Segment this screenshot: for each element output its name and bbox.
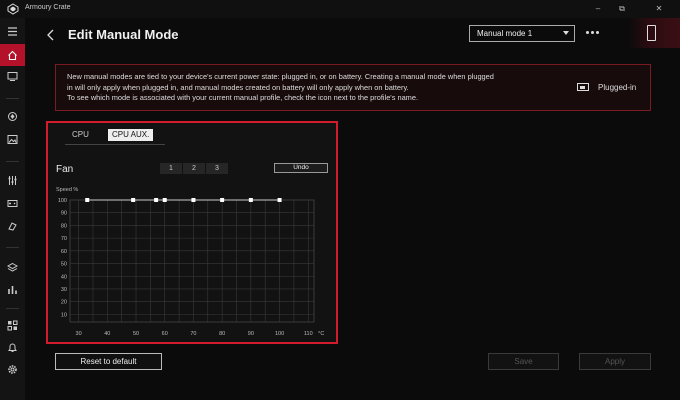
- sidebar-divider: [6, 161, 19, 162]
- x-tick-label: 110: [304, 331, 313, 337]
- notice-line: New manual modes are tied to your device…: [67, 72, 494, 81]
- layers-icon[interactable]: [5, 260, 20, 275]
- save-button[interactable]: Save: [488, 353, 559, 370]
- y-tick-label: 90: [61, 211, 67, 217]
- sidebar-divider: [6, 247, 19, 248]
- curve-point-handle[interactable]: [220, 198, 225, 202]
- apps-icon[interactable]: [5, 318, 20, 333]
- equalizer-icon[interactable]: [5, 173, 20, 188]
- manual-mode-select[interactable]: Manual mode 1: [469, 25, 575, 42]
- y-tick-label: 30: [61, 287, 67, 293]
- curve-point-handle[interactable]: [277, 198, 282, 202]
- back-arrow-icon[interactable]: [46, 28, 56, 42]
- settings-gear-icon[interactable]: [5, 362, 20, 377]
- mode-select-value: Manual mode 1: [477, 29, 533, 38]
- curve-point-handle[interactable]: [85, 198, 90, 202]
- sidebar-divider: [6, 308, 19, 309]
- notice-line: To see which mode is associated with you…: [67, 93, 419, 102]
- device-phone-icon[interactable]: [647, 25, 656, 41]
- scenario-icon[interactable]: [5, 219, 20, 234]
- x-axis-unit: °C: [318, 331, 324, 337]
- apply-button[interactable]: Apply: [579, 353, 651, 370]
- fan-curve-panel: CPU CPU AUX. Fan 1 2 3 Undo Speed % 10 20…: [46, 121, 338, 344]
- page-title: Edit Manual Mode: [68, 27, 179, 42]
- curve-point-handle[interactable]: [131, 198, 136, 202]
- x-tick-label: 60: [162, 331, 168, 337]
- minimize-button[interactable]: –: [591, 2, 605, 16]
- app-title: Armoury Crate: [25, 4, 71, 11]
- more-options-icon[interactable]: [586, 31, 600, 35]
- curve-point-handle[interactable]: [248, 198, 253, 202]
- aura-sync-icon[interactable]: [5, 109, 20, 124]
- y-tick-label: 40: [61, 274, 67, 280]
- sidebar: [0, 18, 25, 400]
- sidebar-divider: [6, 98, 19, 99]
- y-tick-label: 50: [61, 262, 67, 268]
- title-bar: Armoury Crate – ⧉ ✕: [0, 0, 680, 18]
- x-tick-label: 40: [104, 331, 110, 337]
- gallery-icon[interactable]: [5, 132, 20, 147]
- x-tick-label: 50: [133, 331, 139, 337]
- bar-stats-icon[interactable]: [5, 282, 20, 297]
- rog-logo-icon: [7, 3, 19, 15]
- y-tick-label: 60: [61, 249, 67, 255]
- close-button[interactable]: ✕: [652, 2, 666, 16]
- menu-icon[interactable]: [5, 24, 20, 39]
- notice-line: in will only apply when plugged in, and …: [67, 82, 409, 92]
- fan-curve-chart[interactable]: 10 20 30 40 50 60 70 80 90 100 30 40 50 60 70 80 90 100 11…: [48, 123, 336, 342]
- y-tick-label: 80: [61, 223, 67, 229]
- x-tick-label: 80: [219, 331, 225, 337]
- curve-point-handle[interactable]: [162, 198, 167, 202]
- x-tick-label: 90: [248, 331, 254, 337]
- y-tick-label: 70: [61, 236, 67, 242]
- x-tick-label: 70: [190, 331, 196, 337]
- restore-button[interactable]: ⧉: [615, 2, 629, 16]
- x-tick-label: 30: [76, 331, 82, 337]
- home-icon[interactable]: [0, 44, 25, 66]
- game-library-icon[interactable]: [5, 196, 20, 211]
- reset-to-default-button[interactable]: Reset to default: [55, 353, 162, 370]
- notice-text: New manual modes are tied to your device…: [67, 72, 567, 104]
- curve-point-handle[interactable]: [191, 198, 196, 202]
- power-state-notice: New manual modes are tied to your device…: [55, 64, 651, 111]
- plugged-in-icon: [577, 83, 589, 91]
- power-state-label: Plugged-in: [598, 83, 637, 92]
- x-tick-label: 100: [275, 331, 284, 337]
- device-monitor-icon[interactable]: [5, 69, 20, 84]
- y-tick-label: 10: [61, 312, 67, 318]
- curve-point-handle[interactable]: [154, 198, 159, 202]
- notification-icon[interactable]: [5, 340, 20, 355]
- y-tick-label: 100: [58, 198, 67, 204]
- y-tick-label: 20: [61, 300, 67, 306]
- chevron-down-icon: [563, 31, 569, 35]
- plot-area: [69, 199, 315, 323]
